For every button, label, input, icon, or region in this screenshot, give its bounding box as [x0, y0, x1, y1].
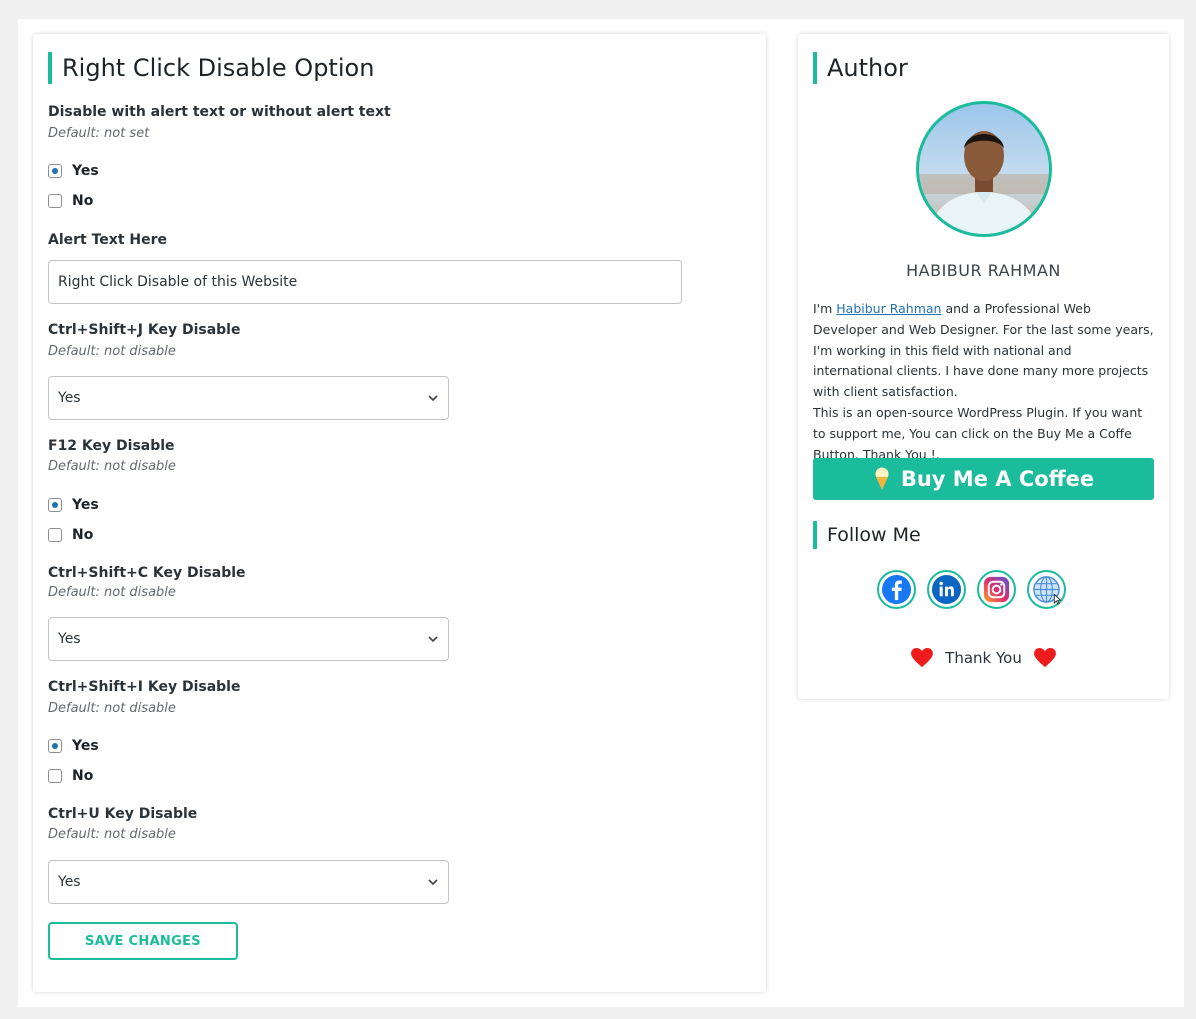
- chevron-down-icon: [428, 879, 438, 886]
- settings-title: Right Click Disable Option: [48, 52, 374, 84]
- radio-yes-label: Yes: [72, 738, 99, 754]
- ctrl-u-select[interactable]: Yes: [48, 860, 449, 904]
- f12-default: Default: not disable: [48, 459, 176, 474]
- radio-yes-label: Yes: [72, 497, 99, 513]
- author-bio: I'm Habibur Rahman and a Professional We…: [813, 299, 1155, 465]
- facebook-icon: [881, 574, 912, 605]
- ctrl-shift-c-default: Default: not disable: [48, 585, 176, 600]
- person-photo-icon: [919, 131, 1049, 234]
- linkedin-link[interactable]: [927, 570, 966, 609]
- f12-yes[interactable]: Yes: [48, 497, 99, 513]
- ctrl-shift-i-no[interactable]: No: [48, 768, 93, 784]
- ctrl-shift-c-select[interactable]: Yes: [48, 617, 449, 661]
- ctrl-u-default: Default: not disable: [48, 827, 176, 842]
- thank-you-row: Thank You: [798, 648, 1169, 668]
- ctrl-u-value: Yes: [58, 874, 81, 890]
- linkedin-icon: [931, 574, 962, 605]
- instagram-icon: [983, 576, 1010, 603]
- globe-icon: [1033, 576, 1062, 605]
- radio-yes[interactable]: [48, 739, 62, 753]
- radio-no[interactable]: [48, 769, 62, 783]
- buy-me-coffee-button[interactable]: Buy Me A Coffee: [813, 458, 1154, 500]
- bio-support-text: This is an open-source WordPress Plugin.…: [813, 404, 1143, 462]
- ctrl-shift-c-title: Ctrl+Shift+C Key Disable: [48, 565, 246, 581]
- heart-icon: [1033, 648, 1056, 668]
- follow-title: Follow Me: [813, 521, 921, 549]
- author-avatar: [916, 101, 1052, 237]
- ctrl-u-title: Ctrl+U Key Disable: [48, 806, 198, 822]
- website-link[interactable]: [1027, 570, 1066, 609]
- instagram-link[interactable]: [977, 570, 1016, 609]
- radio-no-label: No: [72, 527, 94, 543]
- author-name: HABIBUR RAHMAN: [906, 261, 1061, 280]
- ctrl-shift-j-value: Yes: [58, 390, 81, 406]
- radio-no[interactable]: [48, 528, 62, 542]
- ctrl-shift-j-default: Default: not disable: [48, 344, 176, 359]
- ctrl-shift-j-title: Ctrl+Shift+J Key Disable: [48, 322, 241, 338]
- ctrl-shift-i-title: Ctrl+Shift+I Key Disable: [48, 679, 241, 695]
- radio-yes[interactable]: [48, 164, 62, 178]
- ice-cream-icon: [875, 467, 889, 490]
- author-card: Author HABIBUR RAHMAN I'm Habibur Rahman…: [798, 34, 1169, 699]
- settings-page: Right Click Disable Option Disable with …: [18, 19, 1184, 1007]
- alert-option-default: Default: not set: [48, 126, 150, 141]
- alert-option-title: Disable with alert text or without alert…: [48, 104, 391, 120]
- ctrl-shift-c-value: Yes: [58, 631, 81, 647]
- ctrl-shift-j-select[interactable]: Yes: [48, 376, 449, 420]
- settings-card: Right Click Disable Option Disable with …: [33, 34, 766, 992]
- ctrl-shift-i-default: Default: not disable: [48, 701, 176, 716]
- f12-title: F12 Key Disable: [48, 438, 175, 454]
- chevron-down-icon: [428, 636, 438, 643]
- author-title: Author: [813, 52, 908, 84]
- alert-option-yes[interactable]: Yes: [48, 163, 99, 179]
- bio-prefix: I'm: [813, 301, 837, 316]
- social-links: [877, 570, 1066, 609]
- alert-option-no[interactable]: No: [48, 193, 93, 209]
- thank-you-text: Thank You: [945, 649, 1022, 667]
- f12-no[interactable]: No: [48, 527, 93, 543]
- save-changes-button[interactable]: SAVE CHANGES: [48, 922, 238, 960]
- alert-text-input[interactable]: [48, 260, 682, 304]
- radio-no-label: No: [72, 768, 94, 784]
- facebook-link[interactable]: [877, 570, 916, 609]
- alert-text-title: Alert Text Here: [48, 232, 167, 248]
- author-link[interactable]: Habibur Rahman: [836, 301, 941, 316]
- radio-no-label: No: [72, 193, 94, 209]
- radio-no[interactable]: [48, 194, 62, 208]
- heart-icon: [911, 648, 934, 668]
- chevron-down-icon: [428, 395, 438, 402]
- radio-yes-label: Yes: [72, 163, 99, 179]
- radio-yes[interactable]: [48, 498, 62, 512]
- ctrl-shift-i-yes[interactable]: Yes: [48, 738, 99, 754]
- buy-me-coffee-label: Buy Me A Coffee: [900, 467, 1095, 491]
